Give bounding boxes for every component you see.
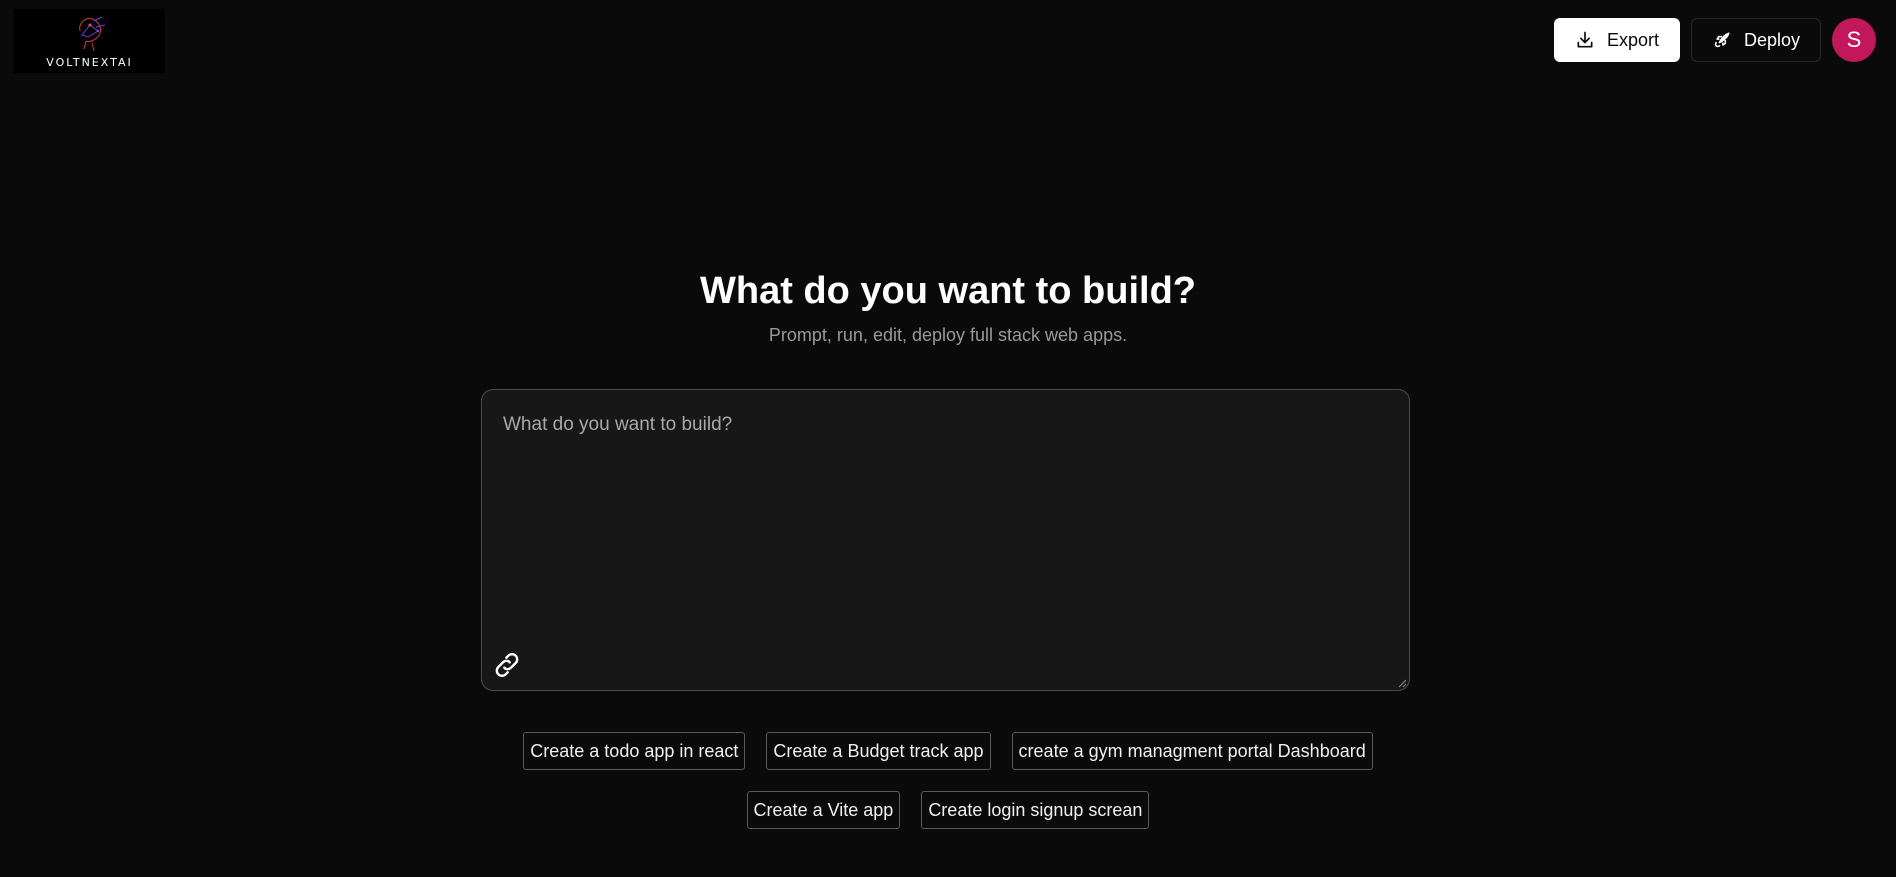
suggestions-row-1: Create a todo app in react Create a Budg… bbox=[0, 732, 1896, 770]
page-title: What do you want to build? bbox=[699, 270, 1197, 312]
prompt-box bbox=[481, 389, 1410, 691]
deploy-button[interactable]: Deploy bbox=[1690, 18, 1821, 62]
page-subtitle: Prompt, run, edit, deploy full stack web… bbox=[768, 325, 1128, 345]
resize-grip-icon[interactable] bbox=[1397, 678, 1407, 688]
prompt-input[interactable] bbox=[482, 390, 1409, 690]
suggestion-chip[interactable]: create a gym managment portal Dashboard bbox=[1011, 732, 1373, 770]
rocket-icon bbox=[1714, 32, 1730, 48]
suggestion-chip[interactable]: Create a todo app in react bbox=[523, 732, 746, 770]
user-avatar[interactable]: S bbox=[1832, 18, 1876, 62]
suggestion-chip[interactable]: Create a Budget track app bbox=[766, 732, 991, 770]
app-logo[interactable]: VOLTNEXTAI bbox=[14, 9, 165, 73]
export-label: Export bbox=[1606, 29, 1659, 50]
logo-text: VOLTNEXTAI bbox=[46, 56, 133, 69]
logo-mark-icon bbox=[79, 16, 106, 52]
suggestion-chip[interactable]: Create login signup screan bbox=[921, 791, 1150, 829]
download-icon bbox=[1577, 31, 1593, 48]
deploy-label: Deploy bbox=[1743, 29, 1800, 50]
suggestion-chip[interactable]: Create a Vite app bbox=[746, 791, 901, 829]
link-icon[interactable] bbox=[491, 649, 523, 681]
suggestions-row-2: Create a Vite app Create login signup sc… bbox=[0, 791, 1896, 829]
export-button[interactable]: Export bbox=[1553, 18, 1680, 62]
header-actions: Export Deploy S bbox=[1553, 18, 1876, 62]
